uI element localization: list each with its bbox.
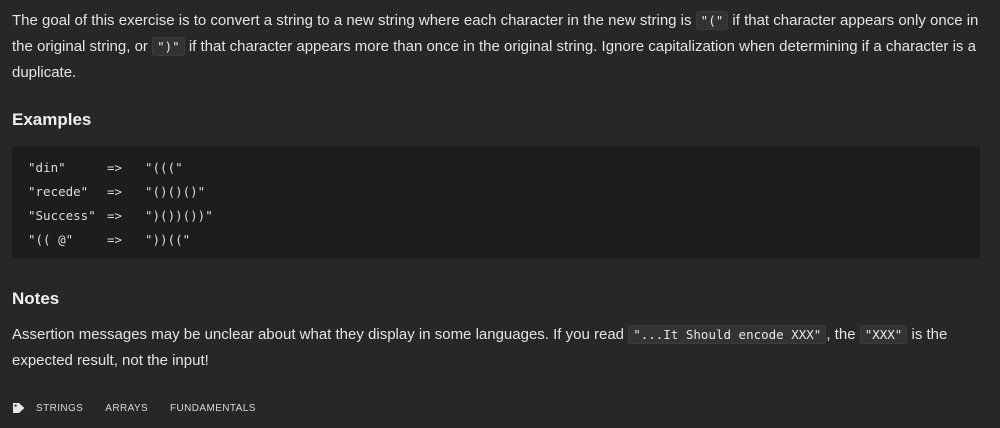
tag-list: STRINGS ARRAYS FUNDAMENTALS [12, 402, 278, 414]
example-input: "din" [28, 160, 66, 175]
notes-text-2: , the [826, 326, 860, 343]
kata-description: The goal of this exercise is to convert … [0, 0, 1000, 428]
example-arrow: => [107, 160, 123, 175]
tag-strings[interactable]: STRINGS [36, 403, 83, 414]
example-arrow: => [107, 184, 123, 199]
example-arrow: => [107, 232, 123, 247]
notes-text-1: Assertion messages may be unclear about … [12, 326, 629, 343]
example-row: "din" => "(((" [28, 156, 964, 180]
inline-code-close-paren: ")" [152, 37, 185, 56]
notes-paragraph: Assertion messages may be unclear about … [12, 322, 988, 374]
tag-icon [13, 403, 25, 413]
example-row: "Success" => ")())())" [28, 204, 964, 228]
inline-code-xxx: "XXX" [859, 325, 908, 344]
example-output: "(((" [145, 160, 183, 175]
example-row: "(( @" => "))((" [28, 228, 964, 252]
example-input: "recede" [28, 184, 89, 199]
example-output: ")())())" [145, 208, 213, 223]
tag-fundamentals[interactable]: FUNDAMENTALS [170, 403, 256, 414]
example-output: "()()()" [145, 184, 206, 199]
description-paragraph: The goal of this exercise is to convert … [12, 0, 988, 86]
example-input: "Success" [28, 208, 96, 223]
example-output: "))((" [145, 232, 191, 247]
example-input: "(( @" [28, 232, 74, 247]
examples-heading: Examples [12, 110, 92, 129]
example-arrow: => [107, 208, 123, 223]
example-row: "recede" => "()()()" [28, 180, 964, 204]
examples-code-block: "din" => "(((" "recede" => "()()()" "Success… [12, 146, 980, 258]
inline-code-assertion: "...It Should encode XXX" [628, 325, 827, 344]
inline-code-open-paren: "(" [695, 11, 729, 30]
notes-heading: Notes [12, 289, 60, 308]
description-text-1: The goal of this exercise is to convert … [12, 12, 696, 29]
tag-arrays[interactable]: ARRAYS [105, 403, 148, 414]
